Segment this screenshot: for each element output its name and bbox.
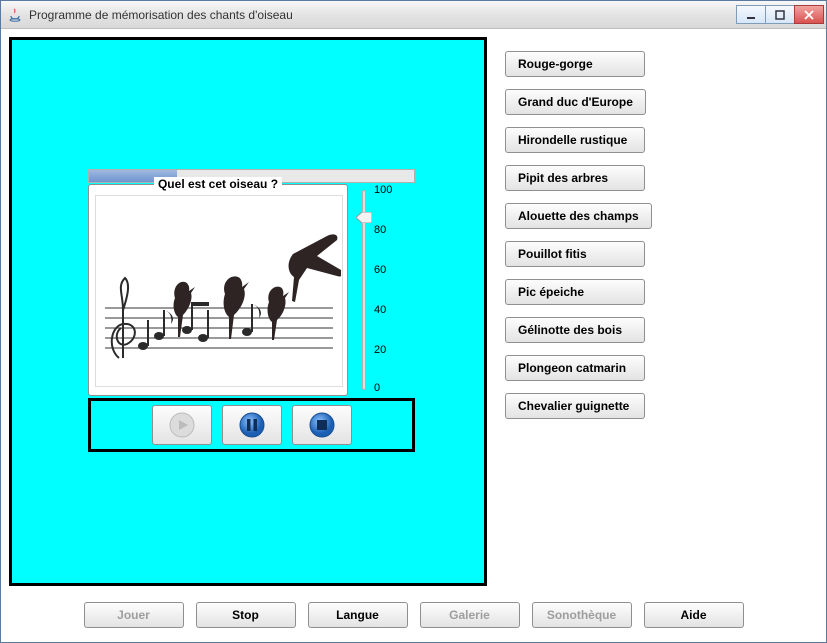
bird-option-0[interactable]: Rouge-gorge (505, 51, 645, 77)
window-title: Programme de mémorisation des chants d'o… (29, 8, 737, 22)
stop-media-button[interactable] (292, 405, 352, 445)
language-button[interactable]: Langue (308, 602, 408, 628)
titlebar: Programme de mémorisation des chants d'o… (1, 1, 826, 29)
quiz-panel: Quel est cet oiseau ? (9, 37, 487, 586)
help-button[interactable]: Aide (644, 602, 744, 628)
minimize-button[interactable] (736, 5, 766, 24)
volume-ticks: 100 80 60 40 20 0 (374, 184, 414, 396)
close-button[interactable] (794, 5, 824, 24)
bird-option-7[interactable]: Gélinotte des bois (505, 317, 645, 343)
soundlib-button[interactable]: Sonothèque (532, 602, 632, 628)
gallery-button[interactable]: Galerie (420, 602, 520, 628)
app-window: Programme de mémorisation des chants d'o… (0, 0, 827, 643)
bird-option-5[interactable]: Pouillot fitis (505, 241, 645, 267)
bird-option-9[interactable]: Chevalier guignette (505, 393, 645, 419)
java-icon (7, 7, 23, 23)
pause-button[interactable] (222, 405, 282, 445)
bird-option-6[interactable]: Pic épeiche (505, 279, 645, 305)
quiz-frame: Quel est cet oiseau ? (88, 184, 348, 396)
bottom-bar: Jouer Stop Langue Galerie Sonothèque Aid… (9, 586, 818, 634)
maximize-button[interactable] (765, 5, 795, 24)
bird-option-2[interactable]: Hirondelle rustique (505, 127, 645, 153)
bird-option-1[interactable]: Grand duc d'Europe (505, 89, 646, 115)
stop-global-button[interactable]: Stop (196, 602, 296, 628)
slider-thumb-icon[interactable] (356, 212, 372, 223)
bird-option-3[interactable]: Pipit des arbres (505, 165, 645, 191)
quiz-legend: Quel est cet oiseau ? (154, 177, 282, 191)
play-button[interactable] (152, 405, 212, 445)
bird-option-8[interactable]: Plongeon catmarin (505, 355, 645, 381)
bird-option-4[interactable]: Alouette des champs (505, 203, 652, 229)
volume-slider[interactable]: 100 80 60 40 20 0 (352, 184, 415, 396)
play-global-button[interactable]: Jouer (84, 602, 184, 628)
bird-choices: Rouge-gorge Grand duc d'Europe Hirondell… (505, 37, 818, 586)
media-controls (88, 398, 415, 452)
client-area: Quel est cet oiseau ? (1, 29, 826, 642)
quiz-image (95, 195, 343, 387)
